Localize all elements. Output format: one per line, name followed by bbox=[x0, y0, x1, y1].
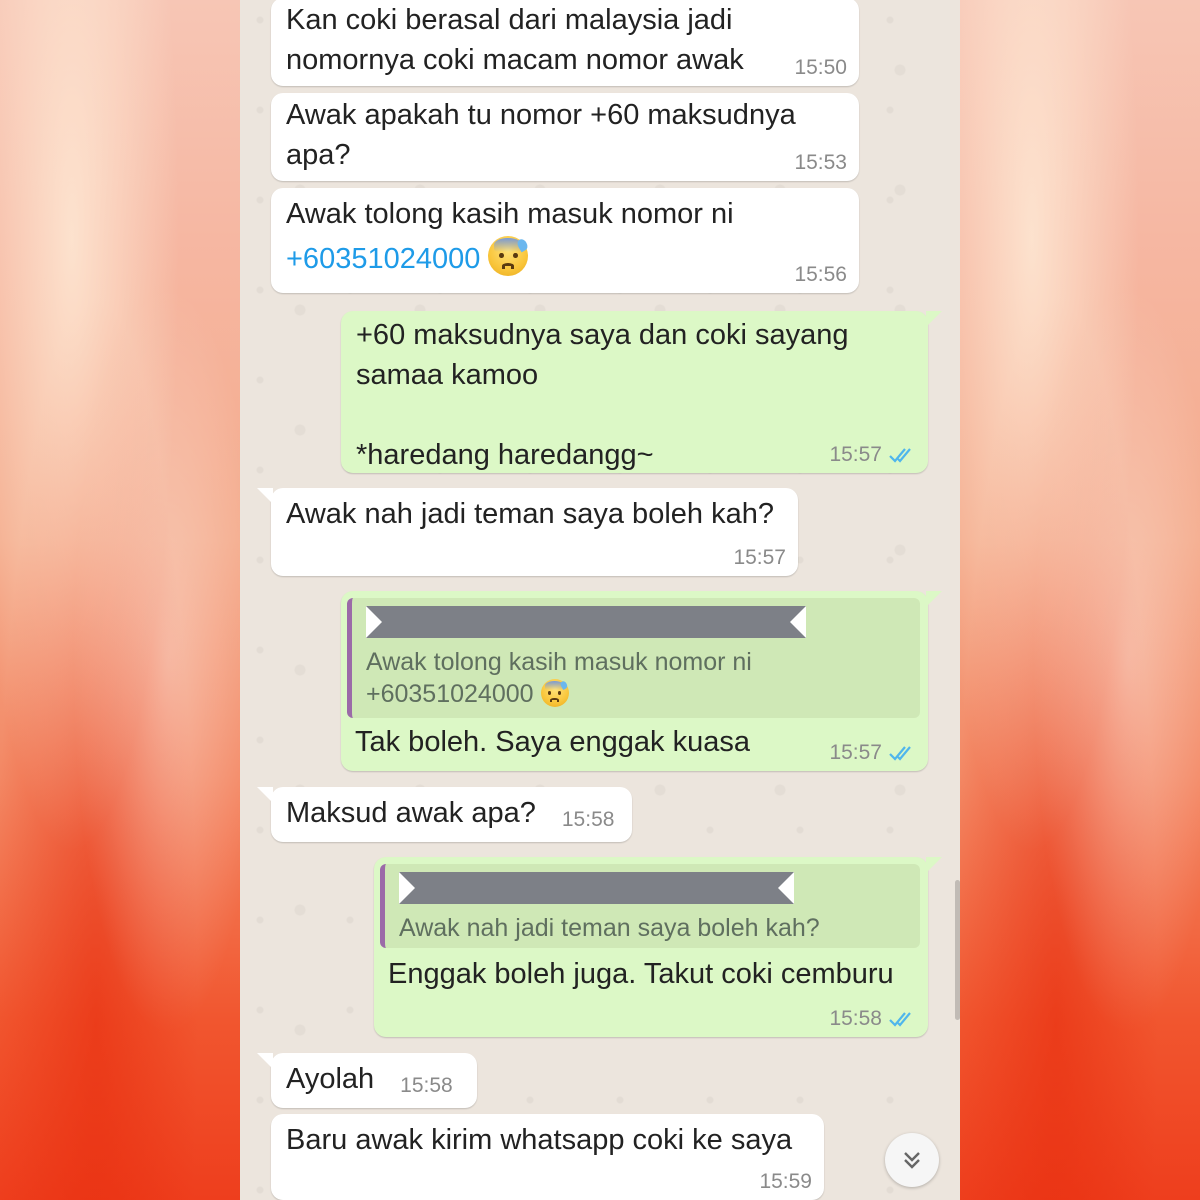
message-incoming[interactable]: Awak nah jadi teman saya boleh kah? 15:5… bbox=[257, 488, 798, 576]
message-incoming[interactable]: Awak tolong kasih masuk nomor ni +603510… bbox=[271, 188, 859, 293]
quoted-text: Awak tolong kasih masuk nomor ni bbox=[366, 648, 752, 676]
background-left bbox=[0, 0, 240, 1200]
message-text: Ayolah bbox=[286, 1063, 375, 1095]
message-time: 15:57 bbox=[733, 546, 786, 569]
double-check-icon bbox=[889, 1012, 911, 1027]
message-time: 15:50 bbox=[794, 56, 847, 79]
double-check-icon bbox=[889, 746, 911, 761]
message-outgoing[interactable]: +60 maksudnya saya dan coki sayang samaa… bbox=[341, 311, 942, 473]
message-outgoing[interactable]: Awak tolong kasih masuk nomor ni +603510… bbox=[341, 591, 942, 771]
message-time: 15:57 bbox=[829, 741, 916, 765]
message-time: 15:53 bbox=[794, 151, 847, 174]
scrollbar[interactable] bbox=[955, 880, 960, 1020]
message-text: Awak nah jadi teman saya boleh kah? bbox=[286, 498, 774, 530]
message-incoming[interactable]: Awak apakah tu nomor +60 maksudnya apa? … bbox=[271, 93, 859, 181]
message-time: 15:58 bbox=[400, 1074, 453, 1097]
phone-number-link[interactable]: +60351024000 bbox=[286, 243, 480, 275]
chevron-down-double-icon bbox=[904, 1152, 920, 1169]
message-incoming[interactable]: Ayolah 15:58 bbox=[257, 1053, 477, 1108]
message-incoming[interactable]: Kan coki berasal dari malaysia jadi nomo… bbox=[271, 0, 859, 86]
message-time: 15:58 bbox=[561, 808, 615, 831]
message-time: 15:56 bbox=[794, 263, 847, 286]
message-time: 15:57 bbox=[829, 443, 916, 467]
message-incoming[interactable]: Maksud awak apa? 15:58 bbox=[257, 787, 632, 842]
message-incoming[interactable]: Baru awak kirim whatsapp coki ke saya 15… bbox=[271, 1114, 824, 1200]
double-check-icon bbox=[889, 448, 911, 463]
message-text: Baru awak kirim whatsapp coki ke saya bbox=[286, 1124, 793, 1156]
anxious-face-with-sweat-icon bbox=[540, 679, 570, 707]
quoted-message[interactable]: Awak tolong kasih masuk nomor ni +603510… bbox=[347, 598, 920, 718]
message-time: 15:58 bbox=[829, 1007, 916, 1031]
chat-window[interactable]: Kan coki berasal dari malaysia jadi nomo… bbox=[240, 0, 960, 1200]
quoted-text: Awak nah jadi teman saya boleh kah? bbox=[399, 914, 820, 942]
redacted-sender-bar bbox=[399, 872, 794, 904]
redacted-sender-bar bbox=[366, 606, 806, 638]
message-text: Awak tolong kasih masuk nomor ni bbox=[286, 198, 734, 230]
scroll-to-bottom-button[interactable] bbox=[885, 1133, 939, 1187]
message-text: Enggak boleh juga. Takut coki cemburu bbox=[388, 958, 894, 990]
quoted-message[interactable]: Awak nah jadi teman saya boleh kah? bbox=[380, 864, 920, 948]
quoted-phone: +60351024000 bbox=[366, 680, 534, 708]
message-text: Maksud awak apa? bbox=[286, 797, 536, 829]
message-outgoing[interactable]: Awak nah jadi teman saya boleh kah? Engg… bbox=[374, 857, 942, 1037]
message-time: 15:59 bbox=[759, 1170, 812, 1193]
background-right bbox=[960, 0, 1200, 1200]
message-text: Kan coki berasal dari malaysia jadi nomo… bbox=[286, 4, 744, 76]
anxious-face-with-sweat-icon bbox=[488, 236, 530, 276]
message-text: Awak apakah tu nomor +60 maksudnya apa? bbox=[286, 99, 796, 171]
